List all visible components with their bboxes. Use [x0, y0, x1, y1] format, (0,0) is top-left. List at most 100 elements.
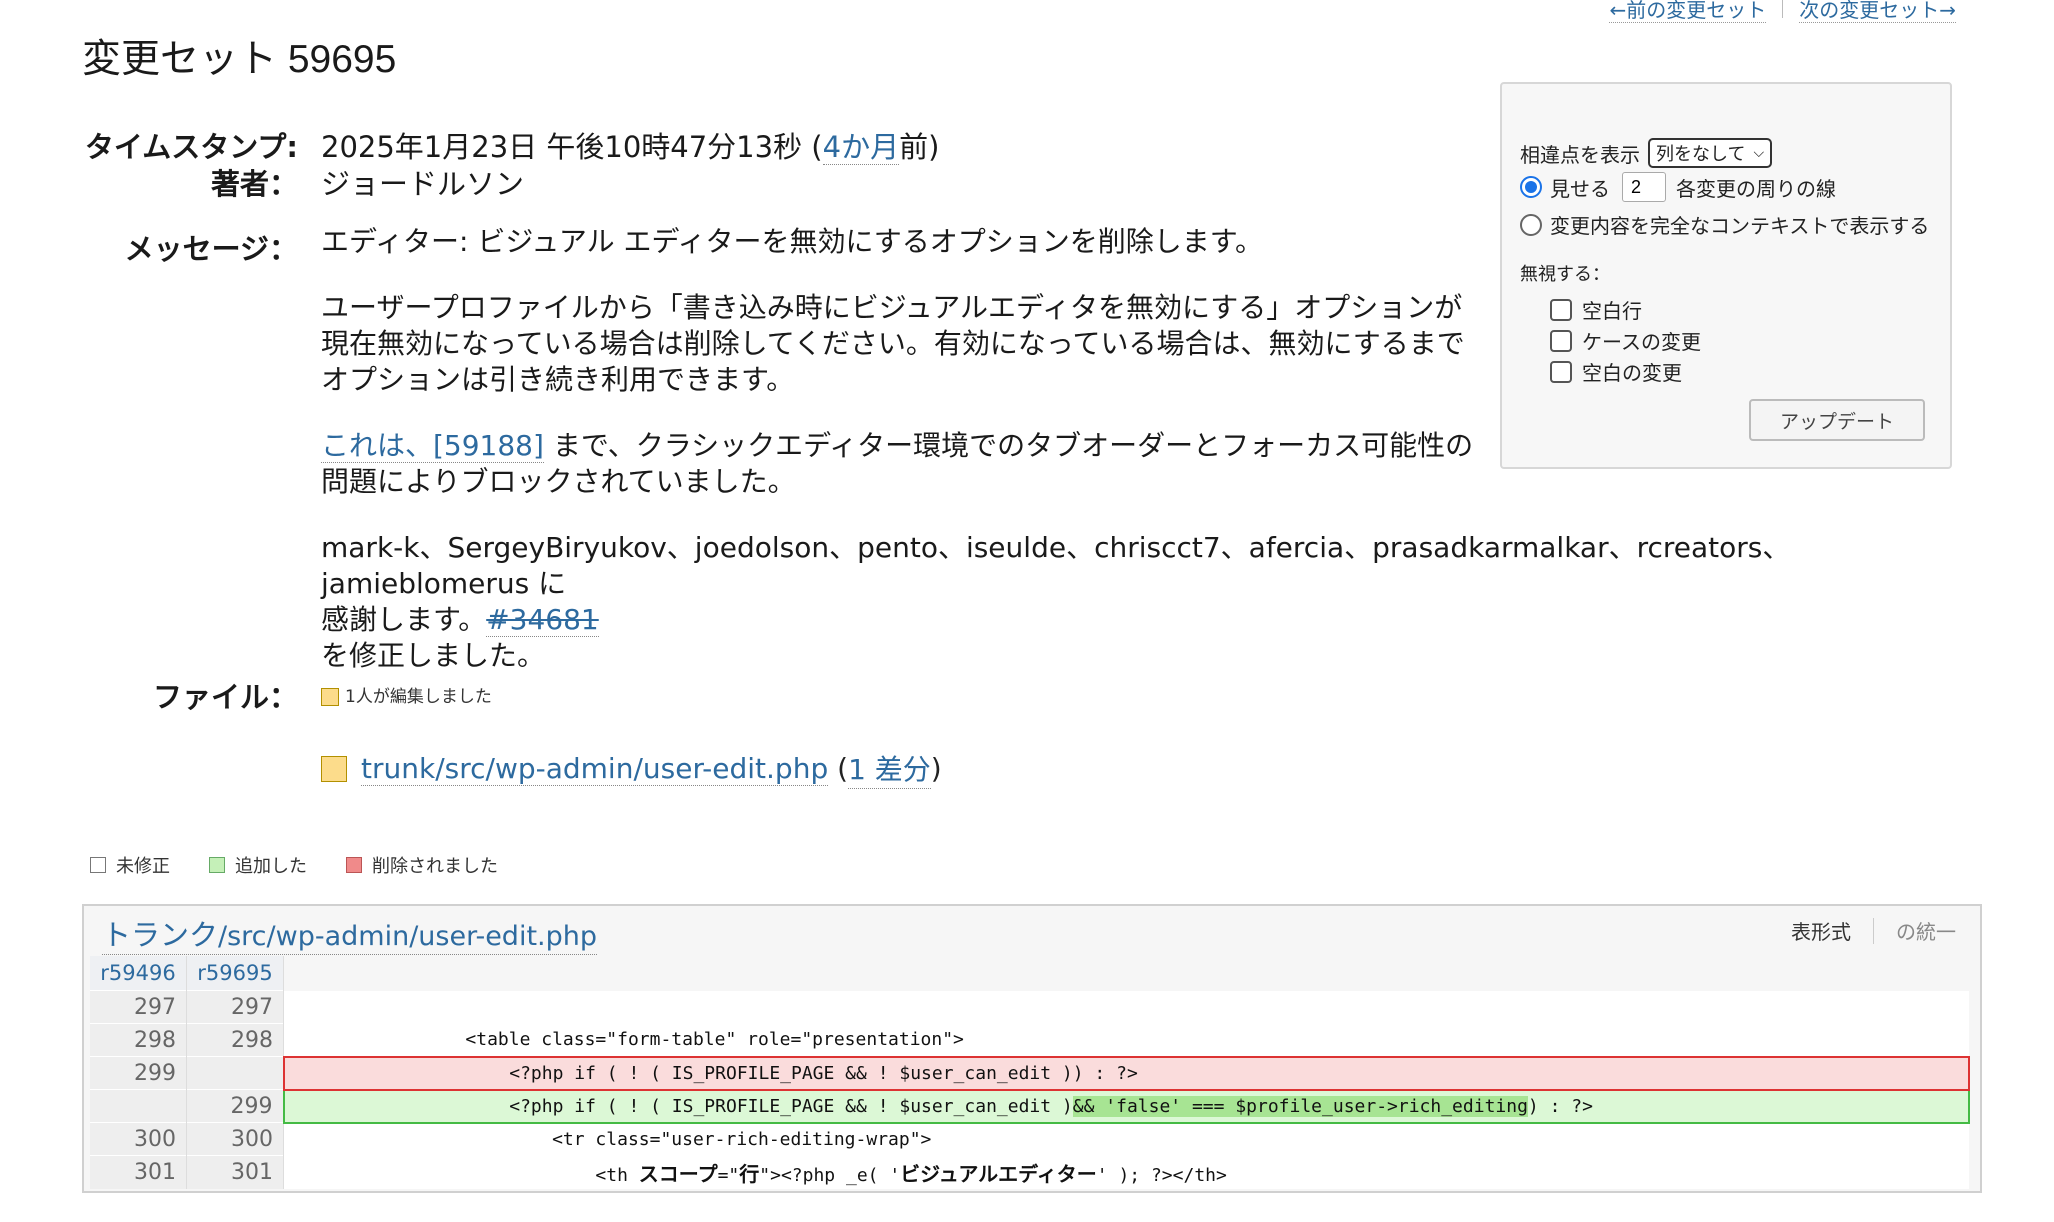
- message-para-2-line-2: 現在無効になっている場合は削除してください。有効になっている場合は、無効にするま…: [321, 327, 1465, 360]
- new-line-number: 298: [186, 1023, 284, 1057]
- message-para-3: これは、[59188] まで、クラシックエディター環境でのタブオーダーとフォーカ…: [321, 428, 1473, 500]
- message-para-3-line-2: 問題によりブロックされていました。: [321, 465, 796, 498]
- legend-unmodified: 未修正: [90, 852, 170, 878]
- diff-view-tabs: 表形式 の統一: [1791, 916, 1956, 945]
- diff-table: r59496 r59695 297 297 298 298 <table cla…: [90, 956, 1970, 1189]
- full-context-radio[interactable]: [1520, 213, 1542, 236]
- code-seg: "><?php _e( ': [759, 1164, 901, 1186]
- message-para-1: エディター: ビジュアル エディターを無効にするオプションを削除します。: [321, 225, 1263, 258]
- diff-row-context: 298 298 <table class="form-table" role="…: [90, 1023, 1969, 1057]
- new-line-number: 297: [186, 990, 284, 1024]
- unmodified-square-icon: [90, 857, 106, 873]
- diff-header-row: r59496 r59695: [90, 956, 1969, 991]
- diff-row-removed: 299 <?php if ( ! ( IS_PROFILE_PAGE && ! …: [90, 1055, 1970, 1091]
- timestamp-label: タイムスタンプ:: [84, 130, 298, 164]
- diff-view: トランク/src/wp-admin/user-edit.php 表形式 の統一 …: [82, 904, 1982, 1193]
- ignore-blank-checkbox[interactable]: [1550, 298, 1572, 321]
- added-square-icon: [209, 857, 225, 873]
- timestamp-suffix: 前): [899, 130, 940, 164]
- code-seg-jp: 行: [739, 1161, 760, 1186]
- file-close-paren: ): [930, 752, 942, 785]
- diff-row-context: 301 301 <th スコープ="行"><?php _e( 'ビジュアルエディ…: [90, 1155, 1969, 1189]
- changeset-nav: ←前の変更セット 次の変更セット→: [1609, 0, 1956, 23]
- message-label: メッセージ：: [124, 232, 298, 266]
- ignore-case-label: ケースの変更: [1582, 330, 1701, 354]
- diff-options-panel: 相違点を表示 列をなして ⌵ 見せる 各変更の周りの線 変更内容を完全なコンテキス…: [1500, 82, 1952, 469]
- edited-square-icon: [321, 688, 339, 706]
- author-value: ジョードルソン: [321, 167, 525, 201]
- tab-tabular[interactable]: 表形式: [1791, 916, 1851, 945]
- context-lines-input[interactable]: [1622, 172, 1666, 202]
- legend-unmodified-label: 未修正: [116, 856, 170, 877]
- code-seg-jp: スコープ: [638, 1161, 718, 1186]
- nav-divider: [1782, 0, 1784, 18]
- timestamp-date: 2025年1月23日 午後10時47分13秒 (: [321, 130, 823, 164]
- old-line-number: 299: [90, 1056, 187, 1090]
- diff-row-added: 299 <?php if ( ! ( IS_PROFILE_PAGE && ! …: [90, 1088, 1970, 1124]
- code-line: [283, 990, 1969, 1024]
- update-button[interactable]: アップデート: [1749, 399, 1925, 441]
- show-lines-radio[interactable]: [1520, 176, 1542, 198]
- timestamp-value: 2025年1月23日 午後10時47分13秒 (4か月前): [321, 124, 939, 166]
- ignore-label: 無視する：: [1520, 264, 1610, 285]
- message-para-3-text: まで、クラシックエディター環境でのタブオーダーとフォーカス可能性の: [543, 429, 1474, 462]
- message-fixes: を修正しました。: [321, 639, 546, 672]
- added-code-suffix: ) : ?>: [1527, 1095, 1593, 1117]
- diff-row-context: 297 297: [90, 990, 1969, 1024]
- legend-removed: 削除されました: [346, 852, 498, 878]
- code-line: <tr class="user-rich-editing-wrap">: [283, 1122, 1969, 1156]
- new-line-number: 299: [186, 1089, 284, 1123]
- diff-header-blank: [283, 956, 1969, 991]
- legend-edited-label: 1人が編集しました: [345, 687, 492, 707]
- message-para-4: mark-k、SergeyBiryukov、joedolson、pento、is…: [321, 530, 1961, 674]
- diff-path-trunk: トランク: [102, 918, 219, 952]
- old-line-number: 297: [90, 990, 187, 1024]
- old-line-number: 301: [90, 1155, 187, 1189]
- tab-unified[interactable]: の統一: [1896, 916, 1956, 945]
- ignore-blank-row: 空白行: [1550, 295, 1642, 324]
- removed-code-line: <?php if ( ! ( IS_PROFILE_PAGE && ! $use…: [282, 1055, 1970, 1091]
- ignore-blank-label: 空白行: [1582, 299, 1642, 323]
- code-seg: ' ); ?></th>: [1096, 1164, 1227, 1186]
- new-line-number: 301: [186, 1155, 284, 1189]
- changeset-59188-link[interactable]: これは、[59188]: [321, 429, 544, 463]
- message-props-line: mark-k、SergeyBiryukov、joedolson、pento、is…: [321, 531, 1791, 600]
- old-line-number: 300: [90, 1122, 187, 1156]
- added-code-line: <?php if ( ! ( IS_PROFILE_PAGE && ! $use…: [282, 1088, 1970, 1124]
- context-lines-suffix: 各変更の周りの線: [1676, 176, 1836, 201]
- chevron-down-icon: ⌵: [1753, 145, 1765, 161]
- diff-count-link[interactable]: 1 差分: [848, 748, 931, 789]
- full-context-label: 変更内容を完全なコンテキストで表示する: [1550, 214, 1930, 238]
- files-label: ファイル：: [152, 680, 298, 714]
- added-code-prefix: <?php if ( ! ( IS_PROFILE_PAGE && ! $use…: [292, 1095, 1073, 1117]
- show-diffs-row: 相違点を表示 列をなして ⌵: [1520, 138, 1773, 168]
- show-diff-label: 相違点を表示: [1520, 142, 1640, 167]
- old-revision-link[interactable]: r59496: [90, 956, 187, 991]
- next-changeset-link[interactable]: 次の変更セット→: [1799, 0, 1956, 23]
- ignore-case-row: ケースの変更: [1550, 326, 1701, 355]
- added-code-highlight: && 'false' === $profile_user->rich_editi…: [1072, 1095, 1528, 1117]
- ignore-case-checkbox[interactable]: [1550, 329, 1572, 352]
- context-lines-row: 見せる 各変更の周りの線: [1520, 172, 1836, 202]
- message-thanks: 感謝します。: [321, 603, 487, 636]
- timestamp-age-link[interactable]: 4か月: [822, 130, 900, 165]
- code-line: <th スコープ="行"><?php _e( 'ビジュアルエディター' ); ?…: [283, 1155, 1969, 1189]
- removed-square-icon: [346, 857, 362, 873]
- diff-style-select[interactable]: 列をなして ⌵: [1648, 138, 1773, 168]
- file-path-link[interactable]: trunk/src/wp-admin/user-edit.php: [361, 752, 829, 786]
- prev-changeset-link[interactable]: ←前の変更セット: [1609, 0, 1767, 23]
- new-line-number: [186, 1056, 284, 1090]
- ticket-34681-link[interactable]: #34681: [486, 603, 599, 637]
- code-line: <table class="form-table" role="presenta…: [283, 1023, 1969, 1057]
- message-para-2-line-1: ユーザープロファイルから「書き込み時にビジュアルエディタを無効にする」オプション…: [321, 291, 1463, 324]
- modified-file-icon: [321, 755, 347, 782]
- new-revision-link[interactable]: r59695: [186, 956, 284, 991]
- code-seg-jp: ビジュアルエディター: [900, 1161, 1097, 1186]
- old-line-number: 298: [90, 1023, 187, 1057]
- diff-file-path-link[interactable]: トランク/src/wp-admin/user-edit.php: [102, 912, 598, 955]
- code-seg: <th: [292, 1164, 639, 1186]
- ignore-whitespace-checkbox[interactable]: [1550, 360, 1572, 383]
- new-line-number: 300: [186, 1122, 284, 1156]
- message-para-2: ユーザープロファイルから「書き込み時にビジュアルエディタを無効にする」オプション…: [321, 290, 1465, 398]
- legend-removed-label: 削除されました: [372, 856, 498, 877]
